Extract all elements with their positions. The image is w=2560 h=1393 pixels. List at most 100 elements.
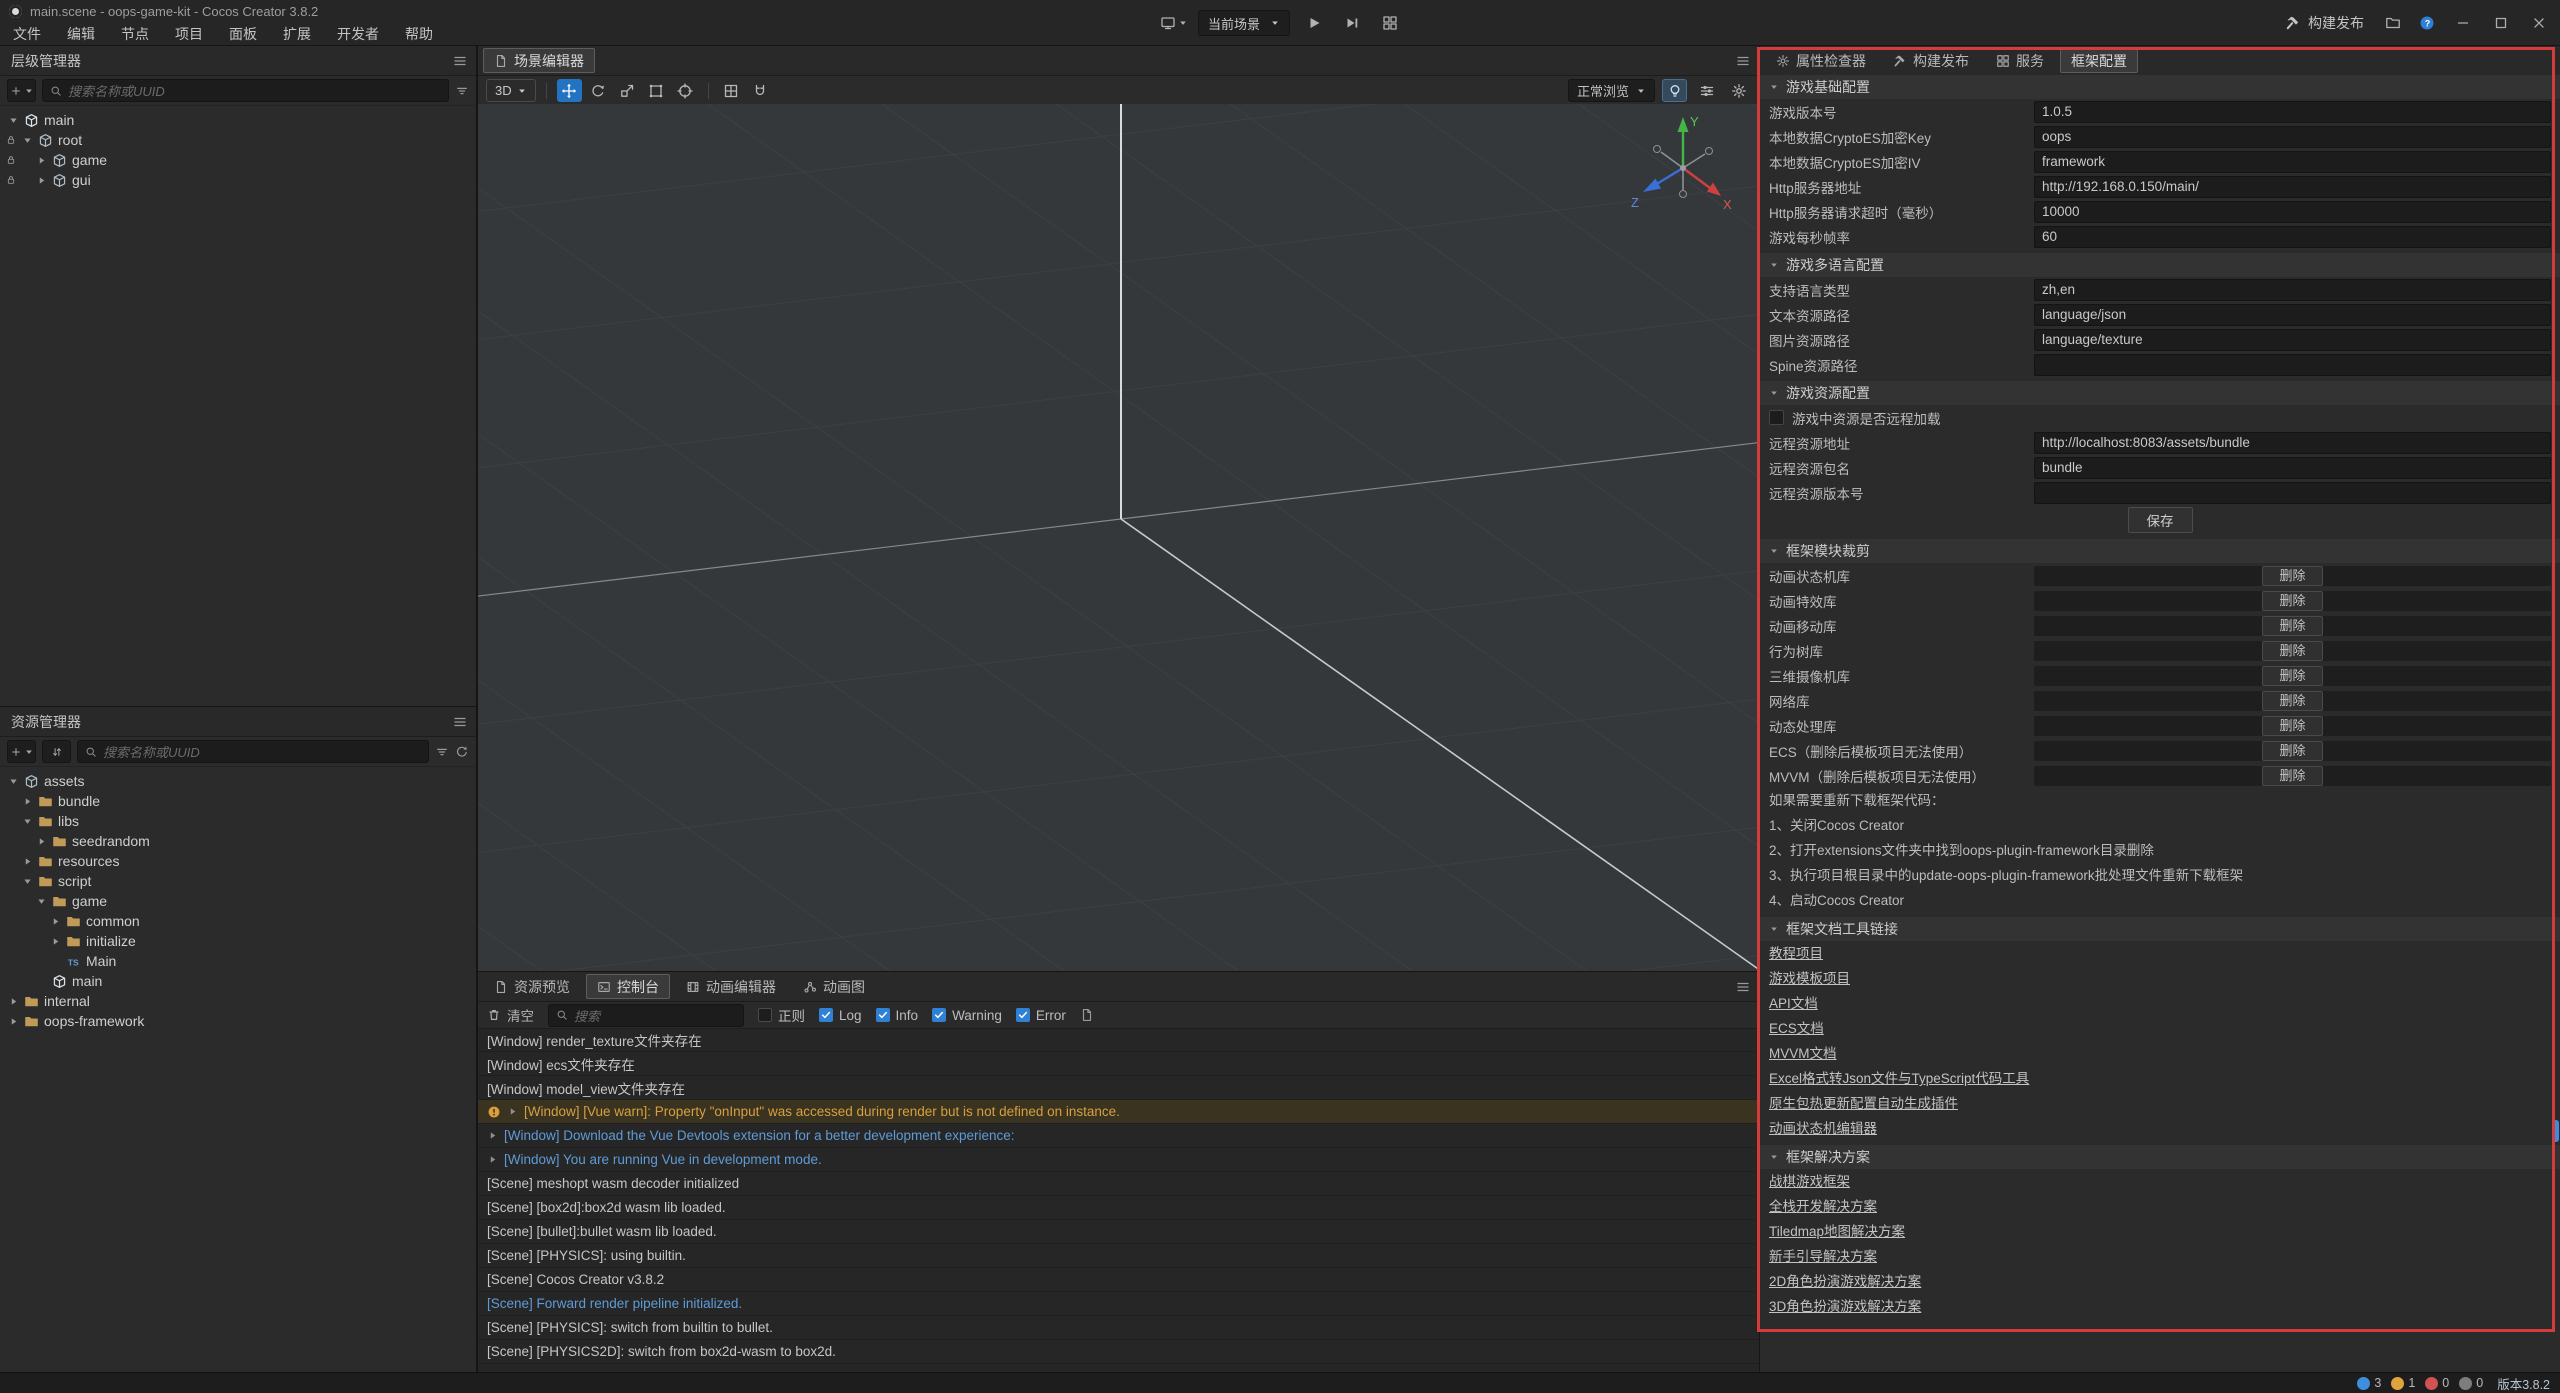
tree-item-libs[interactable]: libs — [0, 811, 476, 831]
module-delete-button[interactable]: 删除 — [2262, 616, 2322, 636]
field-input[interactable]: zh,en — [2034, 279, 2551, 301]
console-search-input[interactable]: 搜索 — [548, 1004, 744, 1027]
scene-viewport[interactable]: YXZ — [478, 104, 1759, 971]
status-badge-warning[interactable]: 1 — [2391, 1376, 2415, 1390]
rotate-tool-button[interactable] — [586, 79, 611, 102]
checkbox[interactable] — [932, 1008, 946, 1022]
build-publish-button[interactable]: 构建发布 — [2275, 13, 2374, 33]
lock-icon[interactable] — [5, 134, 17, 146]
checkbox[interactable] — [819, 1008, 833, 1022]
log-row[interactable]: [Window] render_texture文件夹存在 — [478, 1028, 1759, 1052]
doc-link[interactable]: Excel格式转Json文件与TypeScript代码工具 — [1760, 1066, 2029, 1091]
tab-scene-editor[interactable]: 场景编辑器 — [483, 48, 595, 73]
doc-link[interactable]: 2D角色扮演游戏解决方案 — [1760, 1269, 1921, 1294]
doc-link[interactable]: ECS文档 — [1760, 1016, 1824, 1041]
field-input[interactable] — [2034, 354, 2551, 376]
clear-console-button[interactable]: 清空 — [487, 1005, 534, 1025]
anchor-tool-button[interactable] — [673, 79, 698, 102]
tree-item-initialize[interactable]: initialize — [0, 931, 476, 951]
tree-expand-arrow[interactable] — [22, 856, 33, 867]
tab-动画编辑器[interactable]: 动画编辑器 — [675, 974, 787, 999]
tree-expand-arrow[interactable] — [36, 175, 47, 186]
view-mode-select[interactable]: 正常浏览 — [1568, 79, 1655, 102]
doc-link[interactable]: 原生包热更新配置自动生成插件 — [1760, 1091, 1958, 1116]
checkbox[interactable] — [876, 1008, 890, 1022]
console-filter-正则[interactable]: 正则 — [758, 1005, 805, 1025]
panel-menu-icon[interactable] — [1735, 979, 1751, 995]
menu-item[interactable]: 项目 — [162, 22, 216, 45]
assets-search-input[interactable]: 搜索名称或UUID — [77, 740, 429, 763]
section-header[interactable]: 框架解决方案 — [1760, 1145, 2560, 1169]
menu-item[interactable]: 节点 — [108, 22, 162, 45]
module-delete-button[interactable]: 删除 — [2262, 641, 2322, 661]
log-row[interactable]: [Window] ecs文件夹存在 — [478, 1052, 1759, 1076]
open-project-folder-button[interactable] — [2378, 9, 2408, 37]
tree-expand-arrow[interactable] — [8, 115, 19, 126]
module-delete-button[interactable]: 删除 — [2262, 566, 2322, 586]
tree-item-game[interactable]: game — [0, 891, 476, 911]
tree-expand-arrow[interactable] — [36, 896, 47, 907]
doc-link[interactable]: 全栈开发解决方案 — [1760, 1194, 1877, 1219]
panel-menu-icon[interactable] — [1735, 53, 1751, 69]
menu-item[interactable]: 帮助 — [392, 22, 446, 45]
log-row[interactable]: [Window] [Vue warn]: Property "onInput" … — [478, 1100, 1759, 1124]
console-filter-Info[interactable]: Info — [876, 1008, 919, 1023]
scene-selector[interactable]: 当前场景 — [1198, 10, 1290, 36]
doc-link[interactable]: 游戏模板项目 — [1760, 966, 1850, 991]
scene-display-settings-button[interactable] — [1694, 79, 1719, 102]
tree-expand-arrow[interactable] — [22, 796, 33, 807]
field-input[interactable]: bundle — [2034, 457, 2551, 479]
tree-item-bundle[interactable]: bundle — [0, 791, 476, 811]
tree-item-root[interactable]: root — [0, 130, 476, 150]
log-expand-arrow[interactable] — [487, 1154, 498, 1165]
module-delete-button[interactable]: 删除 — [2262, 766, 2322, 786]
scene-light-button[interactable] — [1662, 79, 1687, 102]
tree-expand-arrow[interactable] — [22, 135, 33, 146]
help-button[interactable]: ? — [2412, 9, 2442, 37]
tab-资源预览[interactable]: 资源预览 — [483, 974, 581, 999]
tree-item-internal[interactable]: internal — [0, 991, 476, 1011]
field-input[interactable]: http://localhost:8083/assets/bundle — [2034, 432, 2551, 454]
refresh-icon[interactable] — [455, 745, 469, 759]
log-row[interactable]: [Scene] meshopt wasm decoder initialized — [478, 1172, 1759, 1196]
magnet-snap-button[interactable] — [748, 79, 773, 102]
tree-item-common[interactable]: common — [0, 911, 476, 931]
tree-item-oops-framework[interactable]: oops-framework — [0, 1011, 476, 1031]
panel-menu-icon[interactable] — [452, 53, 468, 69]
section-header[interactable]: 框架模块裁剪 — [1760, 539, 2560, 563]
tree-expand-arrow[interactable] — [36, 155, 47, 166]
tab-构建发布[interactable]: 构建发布 — [1882, 48, 1980, 73]
log-row[interactable]: [Window] You are running Vue in developm… — [478, 1148, 1759, 1172]
tree-item-seedrandom[interactable]: seedrandom — [0, 831, 476, 851]
tree-expand-arrow[interactable] — [50, 916, 61, 927]
log-row[interactable]: [Scene] Cocos Creator v3.8.2 — [478, 1268, 1759, 1292]
tree-item-assets[interactable]: assets — [0, 771, 476, 791]
section-header[interactable]: 游戏多语言配置 — [1760, 253, 2560, 277]
module-delete-button[interactable]: 删除 — [2262, 741, 2322, 761]
projection-3d-button[interactable]: 3D — [486, 79, 536, 102]
log-row[interactable]: [Scene] Forward render pipeline initiali… — [478, 1292, 1759, 1316]
module-delete-button[interactable]: 删除 — [2262, 666, 2322, 686]
tree-item-game[interactable]: game — [0, 150, 476, 170]
doc-link[interactable]: API文档 — [1760, 991, 1818, 1016]
log-expand-arrow[interactable] — [487, 1130, 498, 1141]
field-input[interactable]: framework — [2034, 151, 2551, 173]
scale-tool-button[interactable] — [615, 79, 640, 102]
menu-item[interactable]: 编辑 — [54, 22, 108, 45]
create-asset-button[interactable] — [7, 740, 36, 763]
tree-expand-arrow[interactable] — [8, 1016, 19, 1027]
export-log-icon[interactable] — [1080, 1008, 1094, 1022]
axis-gizmo[interactable]: YXZ — [1623, 104, 1743, 224]
field-input[interactable]: language/texture — [2034, 329, 2551, 351]
tree-item-gui[interactable]: gui — [0, 170, 476, 190]
section-header[interactable]: 游戏基础配置 — [1760, 75, 2560, 99]
field-input[interactable]: 60 — [2034, 226, 2551, 248]
module-delete-button[interactable]: 删除 — [2262, 691, 2322, 711]
hierarchy-search-input[interactable]: 搜索名称或UUID — [42, 79, 449, 102]
preview-platform-button[interactable] — [1160, 10, 1188, 36]
log-row[interactable]: [Scene] [PHYSICS2D]: switch from box2d-w… — [478, 1340, 1759, 1364]
console-filter-Warning[interactable]: Warning — [932, 1008, 1002, 1023]
rect-tool-button[interactable] — [644, 79, 669, 102]
lock-icon[interactable] — [5, 174, 17, 186]
section-header[interactable]: 游戏资源配置 — [1760, 381, 2560, 405]
